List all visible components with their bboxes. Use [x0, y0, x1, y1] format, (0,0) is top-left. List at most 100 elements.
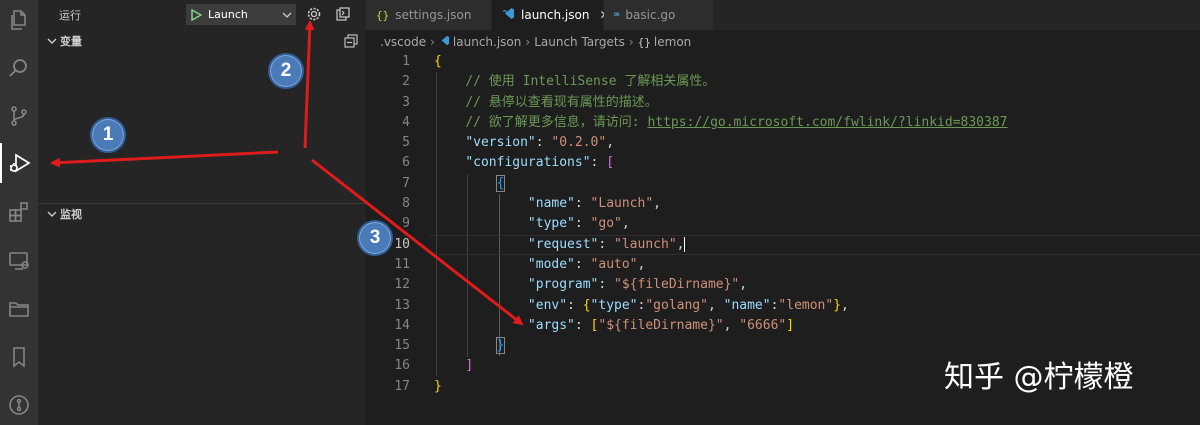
line-number: 1: [402, 54, 410, 69]
run-debug-icon[interactable]: [0, 143, 38, 183]
line-number: 7: [402, 175, 410, 191]
code-comment: // 悬停以查看现有属性的描述。: [465, 94, 658, 110]
json-value: "${fileDirname}": [598, 317, 724, 333]
vscode-file-icon: [439, 35, 450, 49]
search-icon[interactable]: [0, 48, 38, 88]
line-number: 17: [394, 378, 410, 394]
debug-console-icon[interactable]: [334, 5, 352, 23]
json-value: "launch": [614, 236, 677, 252]
json-key: "type": [590, 297, 638, 313]
code-line: 8 "name": "Launch",: [366, 194, 1200, 214]
json-key: "type": [527, 216, 575, 232]
json-value: "Launch": [590, 196, 654, 212]
json-key: "name": [527, 196, 575, 212]
variables-title: 变量: [60, 35, 82, 48]
json-value: "go": [590, 216, 622, 232]
annotation-badge-1: 1: [90, 117, 126, 153]
code-line: 7 {: [366, 174, 1200, 194]
json-key: "program": [527, 277, 599, 293]
vscode-file-icon: [502, 7, 515, 23]
code-comment: // 使用 IntelliSense 了解相关属性。: [465, 74, 716, 90]
bookmark-icon[interactable]: [0, 337, 38, 377]
chevron-right-icon: ›: [628, 35, 634, 49]
tab-launch-json[interactable]: launch.json ✕: [492, 0, 610, 30]
launch-config-select[interactable]: Launch: [186, 4, 296, 25]
code-line: 6 "configurations": [: [366, 153, 1200, 173]
editor-tabs: {} settings.json launch.json ✕ ∞ basic.g…: [366, 0, 1200, 30]
code-line: 4 // 欲了解更多信息，请访问: https://go.microsoft.c…: [366, 113, 1200, 133]
tab-label: basic.go: [625, 8, 676, 22]
tab-label: settings.json: [395, 8, 472, 22]
line-number: 6: [402, 155, 410, 171]
line-number: 14: [394, 317, 410, 333]
tab-basic-go[interactable]: ∞ basic.go: [604, 0, 714, 30]
line-number: 12: [394, 277, 410, 293]
json-key: "mode": [527, 256, 575, 272]
extensions-icon[interactable]: [0, 192, 38, 232]
code-line: 14 "args": ["${fileDirname}", "6666"]: [366, 316, 1200, 336]
json-file-icon: {}: [376, 8, 390, 22]
chevron-down-icon: [44, 209, 60, 219]
text-cursor: [684, 236, 686, 252]
breadcrumb-item[interactable]: launch.json: [453, 35, 521, 49]
object-icon: {}: [637, 35, 651, 49]
annotation-badge-3: 3: [357, 220, 393, 256]
json-key: "version": [465, 135, 536, 151]
chevron-down-icon: [279, 10, 295, 20]
line-number: 5: [402, 135, 410, 151]
json-key: "env": [527, 297, 568, 313]
activity-bar: [0, 0, 38, 425]
code-comment: // 欲了解更多信息，请访问:: [465, 114, 648, 130]
go-file-icon: ∞: [614, 10, 620, 20]
json-key: "args": [527, 317, 575, 333]
json-value: "6666": [739, 317, 787, 333]
remote-explorer-icon[interactable]: [0, 241, 38, 281]
run-label: 运行: [59, 9, 81, 22]
launch-config-value: Launch: [208, 8, 248, 21]
git-graph-icon[interactable]: [0, 385, 38, 425]
code-area[interactable]: 1{ 2 // 使用 IntelliSense 了解相关属性。 3 // 悬停以…: [366, 52, 1200, 397]
line-number: 8: [402, 196, 410, 212]
line-number: 13: [394, 297, 410, 313]
line-number: 3: [402, 94, 410, 110]
json-key: "request": [527, 236, 599, 252]
breadcrumb-item[interactable]: lemon: [654, 35, 691, 49]
code-line: 11 "mode": "auto",: [366, 255, 1200, 275]
collapse-all-icon[interactable]: [344, 34, 358, 48]
json-value: "auto": [590, 256, 638, 272]
json-key: "configurations": [465, 155, 591, 171]
code-link[interactable]: https://go.microsoft.com/fwlink/?linkid=…: [647, 115, 1007, 130]
variables-section-header[interactable]: 变量: [38, 31, 366, 51]
source-control-icon[interactable]: [0, 96, 38, 136]
json-value: "golang": [645, 297, 708, 313]
json-value: "lemon": [778, 297, 834, 313]
watermark: 知乎 @柠檬橙: [944, 360, 1134, 395]
line-number: 15: [394, 338, 410, 354]
tab-settings-json[interactable]: {} settings.json: [366, 0, 492, 30]
gear-icon[interactable]: [305, 5, 323, 23]
chevron-down-icon: [44, 36, 60, 46]
line-number: 2: [402, 74, 410, 90]
annotation-badge-2: 2: [268, 53, 304, 89]
breadcrumb-item[interactable]: .vscode: [380, 35, 426, 49]
breadcrumb-item[interactable]: Launch Targets: [534, 35, 625, 49]
breadcrumb: .vscode › launch.json › Launch Targets ›…: [380, 33, 691, 51]
json-value: "${fileDirname}": [614, 277, 740, 293]
code-line: 3 // 悬停以查看现有属性的描述。: [366, 93, 1200, 113]
code-line: 2 // 使用 IntelliSense 了解相关属性。: [366, 72, 1200, 92]
folder-icon[interactable]: [0, 289, 38, 329]
code-line: 12 "program": "${fileDirname}",: [366, 275, 1200, 295]
tab-label: launch.json: [521, 8, 590, 22]
start-debugging-icon[interactable]: [187, 5, 205, 24]
line-number: 4: [402, 114, 410, 130]
watch-title: 监视: [60, 207, 82, 221]
code-line: 5 "version": "0.2.0",: [366, 133, 1200, 153]
code-line: 9 "type": "go",: [366, 214, 1200, 234]
chevron-right-icon: ›: [430, 35, 435, 49]
code-line: 1{: [366, 52, 1200, 72]
code-line: 13 "env": {"type":"golang", "name":"lemo…: [366, 296, 1200, 316]
watch-section-header[interactable]: 监视: [38, 203, 366, 223]
json-value: "0.2.0": [551, 135, 607, 151]
chevron-right-icon: ›: [525, 35, 531, 49]
explorer-icon[interactable]: [0, 0, 38, 40]
